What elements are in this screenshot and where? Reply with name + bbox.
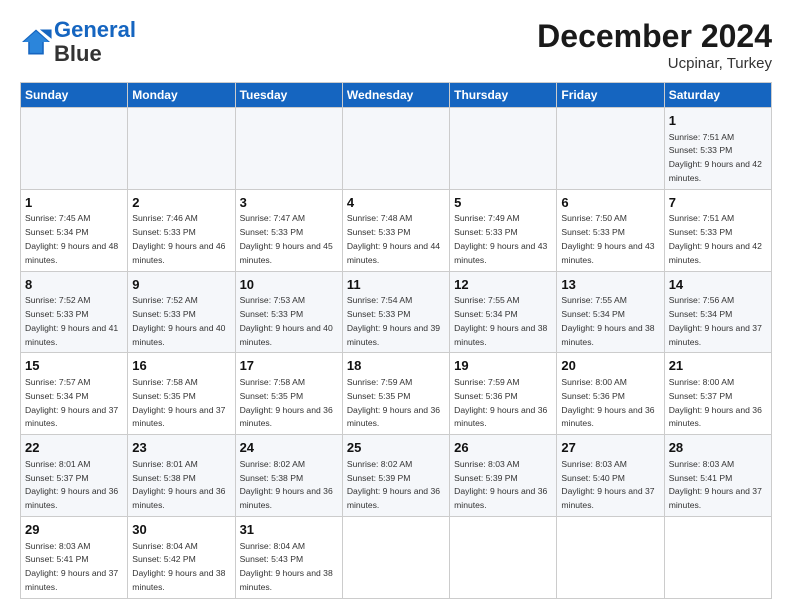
day-cell-17: 17Sunrise: 7:58 AMSunset: 5:35 PMDayligh… [235,353,342,435]
calendar-week-1: 1Sunrise: 7:45 AMSunset: 5:34 PMDaylight… [21,189,772,271]
day-cell-10: 10Sunrise: 7:53 AMSunset: 5:33 PMDayligh… [235,271,342,353]
empty-cell [21,108,128,190]
day-cell-24: 24Sunrise: 8:02 AMSunset: 5:38 PMDayligh… [235,435,342,517]
calendar-week-2: 8Sunrise: 7:52 AMSunset: 5:33 PMDaylight… [21,271,772,353]
day-cell-20: 20Sunrise: 8:00 AMSunset: 5:36 PMDayligh… [557,353,664,435]
day-cell-1: 1Sunrise: 7:45 AMSunset: 5:34 PMDaylight… [21,189,128,271]
day-cell-18: 18Sunrise: 7:59 AMSunset: 5:35 PMDayligh… [342,353,449,435]
day-cell-22: 22Sunrise: 8:01 AMSunset: 5:37 PMDayligh… [21,435,128,517]
day-cell-5: 5Sunrise: 7:49 AMSunset: 5:33 PMDaylight… [450,189,557,271]
location: Ucpinar, Turkey [537,55,772,72]
day-cell-11: 11Sunrise: 7:54 AMSunset: 5:33 PMDayligh… [342,271,449,353]
empty-cell [557,108,664,190]
day-cell-21: 21Sunrise: 8:00 AMSunset: 5:37 PMDayligh… [664,353,771,435]
calendar-week-0: 1Sunrise: 7:51 AMSunset: 5:33 PMDaylight… [21,108,772,190]
day-cell-8: 8Sunrise: 7:52 AMSunset: 5:33 PMDaylight… [21,271,128,353]
day-cell-13: 13Sunrise: 7:55 AMSunset: 5:34 PMDayligh… [557,271,664,353]
day-cell-1: 1Sunrise: 7:51 AMSunset: 5:33 PMDaylight… [664,108,771,190]
col-header-monday: Monday [128,83,235,108]
day-cell-30: 30Sunrise: 8:04 AMSunset: 5:42 PMDayligh… [128,516,235,598]
calendar-week-4: 22Sunrise: 8:01 AMSunset: 5:37 PMDayligh… [21,435,772,517]
day-cell-2: 2Sunrise: 7:46 AMSunset: 5:33 PMDaylight… [128,189,235,271]
col-header-wednesday: Wednesday [342,83,449,108]
empty-cell [450,516,557,598]
day-cell-6: 6Sunrise: 7:50 AMSunset: 5:33 PMDaylight… [557,189,664,271]
day-cell-3: 3Sunrise: 7:47 AMSunset: 5:33 PMDaylight… [235,189,342,271]
day-cell-9: 9Sunrise: 7:52 AMSunset: 5:33 PMDaylight… [128,271,235,353]
header: GeneralBlue December 2024 Ucpinar, Turke… [20,18,772,72]
logo-name: GeneralBlue [54,18,136,66]
col-header-thursday: Thursday [450,83,557,108]
day-cell-19: 19Sunrise: 7:59 AMSunset: 5:36 PMDayligh… [450,353,557,435]
day-header-row: SundayMondayTuesdayWednesdayThursdayFrid… [21,83,772,108]
empty-cell [128,108,235,190]
col-header-sunday: Sunday [21,83,128,108]
col-header-tuesday: Tuesday [235,83,342,108]
empty-cell [342,516,449,598]
empty-cell [557,516,664,598]
day-cell-15: 15Sunrise: 7:57 AMSunset: 5:34 PMDayligh… [21,353,128,435]
empty-cell [664,516,771,598]
day-cell-16: 16Sunrise: 7:58 AMSunset: 5:35 PMDayligh… [128,353,235,435]
day-cell-14: 14Sunrise: 7:56 AMSunset: 5:34 PMDayligh… [664,271,771,353]
day-cell-29: 29Sunrise: 8:03 AMSunset: 5:41 PMDayligh… [21,516,128,598]
day-cell-31: 31Sunrise: 8:04 AMSunset: 5:43 PMDayligh… [235,516,342,598]
calendar-week-3: 15Sunrise: 7:57 AMSunset: 5:34 PMDayligh… [21,353,772,435]
day-cell-7: 7Sunrise: 7:51 AMSunset: 5:33 PMDaylight… [664,189,771,271]
month-title: December 2024 [537,18,772,55]
logo-icon [20,28,52,56]
col-header-saturday: Saturday [664,83,771,108]
day-cell-25: 25Sunrise: 8:02 AMSunset: 5:39 PMDayligh… [342,435,449,517]
calendar-page: GeneralBlue December 2024 Ucpinar, Turke… [0,0,792,612]
day-cell-4: 4Sunrise: 7:48 AMSunset: 5:33 PMDaylight… [342,189,449,271]
day-cell-23: 23Sunrise: 8:01 AMSunset: 5:38 PMDayligh… [128,435,235,517]
empty-cell [450,108,557,190]
day-cell-28: 28Sunrise: 8:03 AMSunset: 5:41 PMDayligh… [664,435,771,517]
col-header-friday: Friday [557,83,664,108]
logo: GeneralBlue [20,18,136,66]
calendar-week-5: 29Sunrise: 8:03 AMSunset: 5:41 PMDayligh… [21,516,772,598]
title-block: December 2024 Ucpinar, Turkey [537,18,772,72]
empty-cell [342,108,449,190]
calendar-table: SundayMondayTuesdayWednesdayThursdayFrid… [20,82,772,599]
empty-cell [235,108,342,190]
day-cell-27: 27Sunrise: 8:03 AMSunset: 5:40 PMDayligh… [557,435,664,517]
day-cell-26: 26Sunrise: 8:03 AMSunset: 5:39 PMDayligh… [450,435,557,517]
day-cell-12: 12Sunrise: 7:55 AMSunset: 5:34 PMDayligh… [450,271,557,353]
